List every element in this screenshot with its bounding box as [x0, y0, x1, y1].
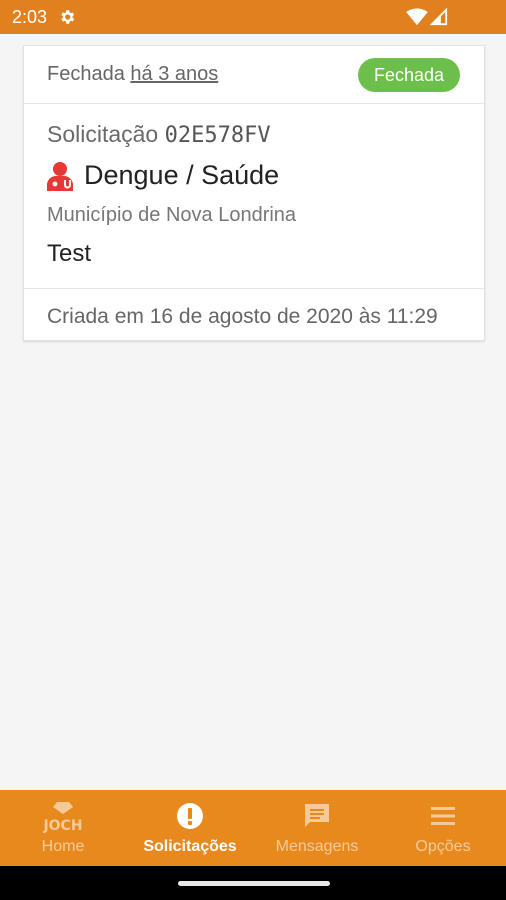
request-description: Test	[47, 240, 92, 267]
created-date: Criada em 16 de agosto de 2020 às 11:29	[47, 305, 438, 328]
request-card[interactable]: Fechada há 3 anos Fechada Solicitação 02…	[23, 45, 485, 341]
nav-label-solicitacoes: Solicitações	[143, 838, 237, 855]
closed-relative-time: há 3 anos	[130, 63, 219, 85]
request-code: 02E578FV	[164, 123, 271, 148]
alert-icon	[177, 803, 203, 829]
home-logo-text: JOCH	[43, 818, 83, 834]
nav-label-mensagens: Mensagens	[275, 838, 359, 855]
nav-item-home[interactable]: JOCH Home	[0, 790, 126, 866]
gesture-handle[interactable]	[178, 881, 330, 886]
closed-status-text: Fechada há 3 anos	[47, 63, 218, 86]
gear-icon	[61, 10, 75, 24]
status-badge: Fechada	[357, 58, 460, 92]
message-icon	[305, 804, 329, 827]
wifi-icon	[406, 8, 428, 26]
card-header: Fechada há 3 anos Fechada	[24, 46, 484, 104]
system-gesture-bar	[0, 866, 506, 900]
request-id-line: Solicitação 02E578FV	[47, 121, 271, 148]
municipality: Município de Nova Londrina	[47, 204, 297, 226]
nav-label-opcoes: Opções	[415, 838, 471, 855]
nav-item-mensagens[interactable]: Mensagens	[254, 790, 380, 866]
nav-item-solicitacoes[interactable]: Solicitações	[127, 790, 253, 866]
card-footer: Criada em 16 de agosto de 2020 às 11:29	[24, 288, 484, 342]
menu-icon	[431, 807, 455, 825]
signal-icon	[430, 8, 448, 26]
joch-logo-icon: JOCH	[43, 802, 83, 834]
category-title: Dengue / Saúde	[84, 160, 280, 190]
nav-item-opcoes[interactable]: Opções	[380, 790, 506, 866]
health-worker-icon	[47, 162, 73, 191]
closed-label: Fechada	[47, 63, 125, 85]
status-time: 2:03	[12, 7, 48, 27]
bottom-navigation: JOCH Home Solicitações Mensagens Opções	[0, 790, 506, 866]
request-label: Solicitação	[47, 121, 159, 147]
nav-label-home: Home	[41, 838, 85, 855]
status-bar: 2:03	[0, 0, 506, 34]
